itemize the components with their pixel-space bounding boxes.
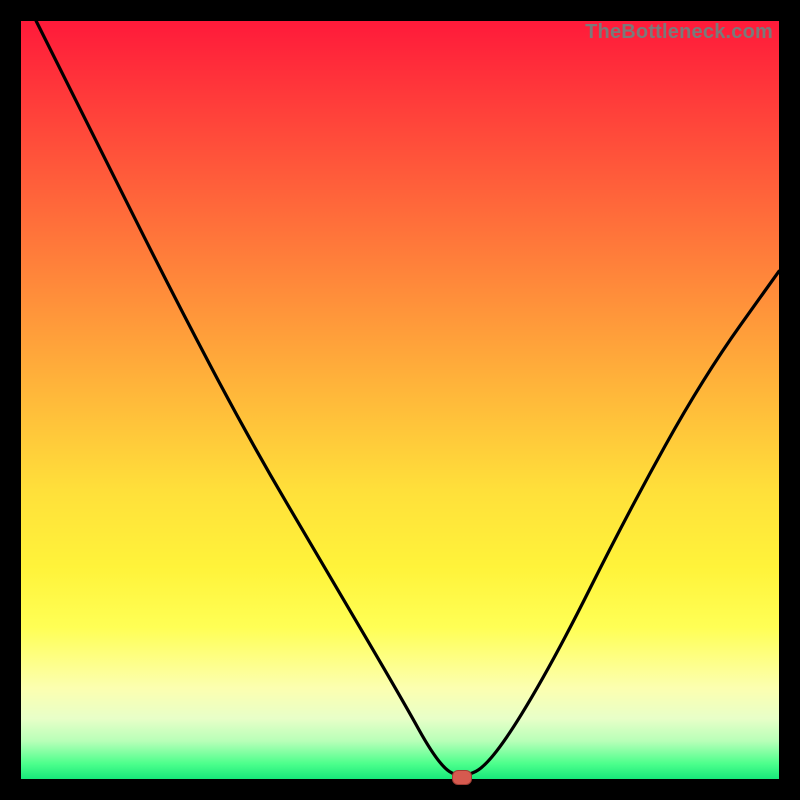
plot-area: TheBottleneck.com (21, 21, 779, 779)
curve-path (36, 21, 779, 775)
optimal-point-marker (452, 770, 472, 785)
bottleneck-curve (21, 21, 779, 779)
